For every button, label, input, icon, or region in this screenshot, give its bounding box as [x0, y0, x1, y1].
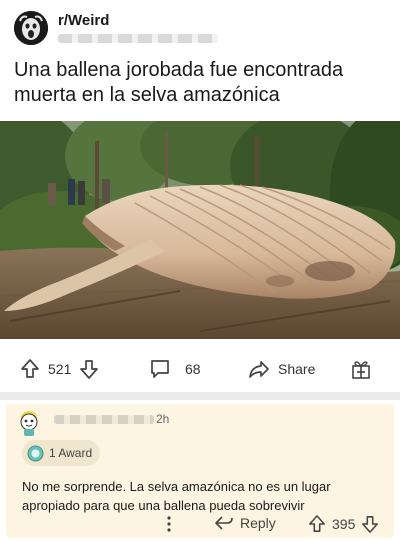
share-arrow-icon [249, 361, 269, 378]
comment-count: 68 [185, 361, 201, 377]
whale-photo [0, 121, 400, 339]
commenter-username-blurred[interactable] [54, 415, 154, 424]
award-label: 1 Award [49, 446, 93, 460]
subreddit-name[interactable]: r/Weird [58, 12, 109, 29]
reply-button[interactable]: Reply [214, 514, 276, 532]
share-label: Share [278, 361, 316, 377]
upvote-count: 521 [48, 361, 72, 377]
upvote-icon[interactable] [20, 358, 40, 380]
comment-timestamp: 2h [156, 412, 170, 426]
award-button[interactable] [350, 358, 372, 380]
post-title[interactable]: Una ballena jorobada fue encontrada muer… [14, 58, 389, 108]
comment-upvote-icon[interactable] [308, 514, 326, 534]
downvote-icon[interactable] [79, 358, 99, 380]
reply-label: Reply [240, 515, 276, 531]
snoo-avatar-icon [20, 411, 38, 436]
commenter-avatar[interactable] [16, 408, 42, 438]
gift-icon [352, 361, 370, 379]
post-image[interactable] [0, 121, 400, 339]
screaming-face-icon [14, 11, 48, 45]
section-divider [0, 392, 400, 400]
comments-button[interactable]: 68 [149, 358, 201, 380]
subreddit-avatar[interactable] [14, 11, 48, 45]
award-icon [27, 445, 44, 461]
post-header: r/Weird [0, 0, 400, 50]
comment-body: No me sorprende. La selva amazónica no e… [22, 479, 331, 513]
comment-bubble-icon [151, 360, 169, 378]
post-meta-blurred [58, 34, 218, 43]
comment-downvote-icon[interactable] [361, 514, 379, 534]
post-action-bar: 521 68 Share [0, 352, 400, 388]
award-badge[interactable]: 1 Award [22, 440, 101, 466]
reply-arrow-icon [215, 516, 233, 530]
comment-card: 2h 1 Award No me sorprende. La selva ama… [6, 404, 394, 538]
comment-score: 395 [332, 516, 356, 532]
share-button[interactable]: Share [247, 358, 315, 380]
comment-action-bar: Reply 395 [6, 514, 394, 536]
more-options-icon[interactable] [166, 515, 172, 533]
comment-vote-group: 395 [308, 514, 379, 534]
vote-group: 521 [20, 358, 99, 380]
